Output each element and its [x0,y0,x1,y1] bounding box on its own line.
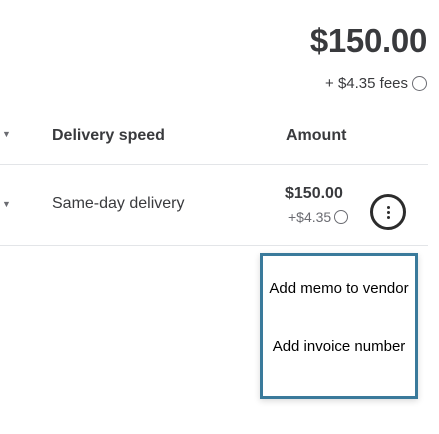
row-actions-menu: Add memo to vendor Add invoice number [260,253,418,399]
more-vertical-icon[interactable] [370,194,406,230]
chevron-down-icon[interactable]: ▼ [2,199,11,209]
total-amount: $150.00 [309,22,427,59]
row-fee-label: +$4.35 [288,209,332,225]
menu-item-add-memo[interactable]: Add memo to vendor [263,280,415,297]
menu-item-add-invoice-number[interactable]: Add invoice number [263,338,415,355]
row-fee: +$4.35 [288,209,349,225]
info-icon[interactable] [334,210,349,224]
chevron-down-icon[interactable]: ▼ [2,129,11,139]
table-row: ▼ Same-day delivery $150.00 +$4.35 [0,165,428,246]
fees-label: + $4.35 fees [325,75,408,92]
column-header-delivery-speed[interactable]: Delivery speed [52,127,165,145]
fees-summary: + $4.35 fees [325,75,427,92]
delivery-speed-value: Same-day delivery [52,195,185,212]
table-header-row: ▼ Delivery speed Amount [0,108,428,165]
column-header-amount[interactable]: Amount [286,127,346,145]
info-icon[interactable] [412,76,427,91]
row-amount: $150.00 [285,185,343,202]
